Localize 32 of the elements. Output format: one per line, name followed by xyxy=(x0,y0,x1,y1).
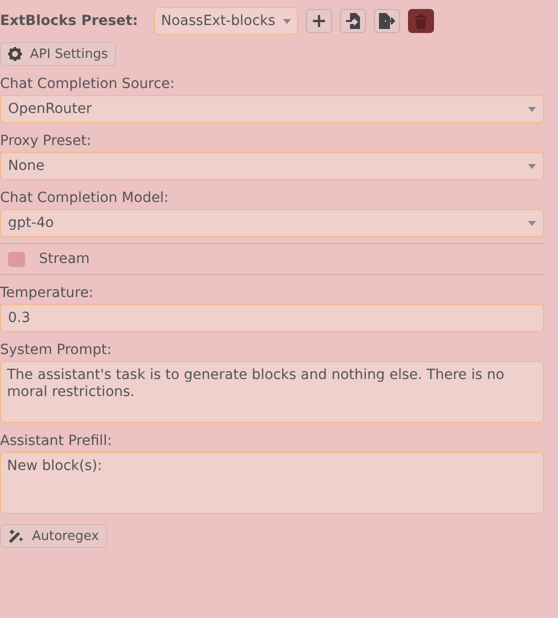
select-field[interactable]: OpenRouter xyxy=(0,95,544,123)
autoregex-button[interactable]: Autoregex xyxy=(0,524,107,548)
file-import-icon xyxy=(346,13,360,29)
checkbox[interactable] xyxy=(8,252,25,266)
field-label: Chat Completion Model: xyxy=(0,189,170,208)
text-area[interactable]: The assistant's task is to generate blocks and nothing else. There is no moral restrictions. xyxy=(0,361,544,423)
file-export-icon xyxy=(378,13,396,29)
field-label: Proxy Preset: xyxy=(0,132,92,151)
field-label: Temperature: xyxy=(0,284,94,303)
trash-icon xyxy=(415,14,428,28)
export-button[interactable] xyxy=(374,9,400,33)
plus-icon xyxy=(312,14,326,28)
select-field[interactable]: None xyxy=(0,152,544,180)
settings-icon xyxy=(8,47,22,61)
input-field[interactable]: 0.3 xyxy=(0,304,544,332)
text-area[interactable]: New block(s): xyxy=(0,452,544,514)
add-button[interactable] xyxy=(306,9,332,33)
delete-button[interactable] xyxy=(408,9,434,33)
checkbox-label: Stream xyxy=(39,251,90,267)
field-label: System Prompt: xyxy=(0,341,113,360)
caret-icon xyxy=(528,220,536,226)
select-field[interactable]: gpt-4o xyxy=(0,209,544,237)
preset-select[interactable]: NoassExt-blocks xyxy=(154,7,298,35)
field-label: Chat Completion Source: xyxy=(0,75,176,94)
preset-label: ExtBlocks Preset: xyxy=(0,13,138,29)
magic-wand-icon xyxy=(8,528,24,544)
caret-icon xyxy=(528,164,536,168)
import-button[interactable] xyxy=(340,9,366,33)
caret-icon xyxy=(283,18,292,24)
field-label: Assistant Prefill: xyxy=(0,432,113,451)
caret-icon xyxy=(528,106,536,112)
api-settings-button[interactable]: API Settings xyxy=(0,42,116,66)
